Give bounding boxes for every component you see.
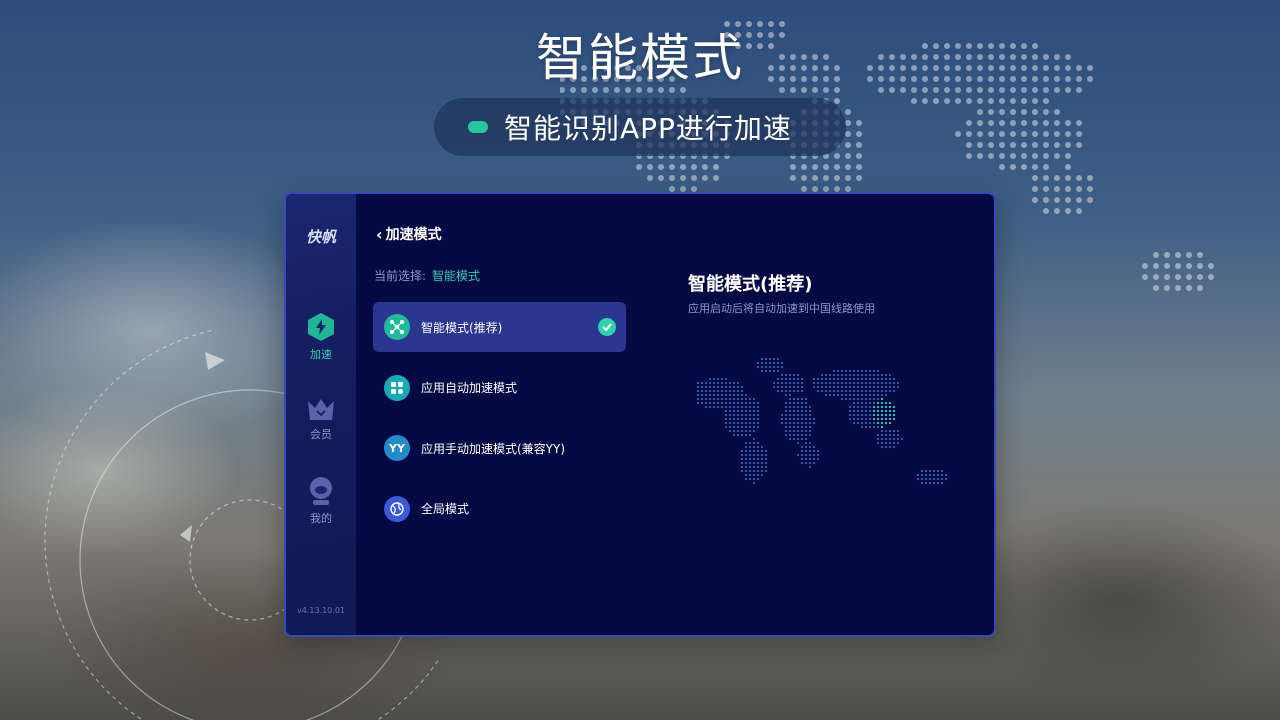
- yy-icon: YY: [384, 435, 410, 461]
- sidebar: 快帆 加速 会员 我的 v4.13.10.01: [286, 194, 356, 635]
- pill-dot-icon: [468, 121, 488, 133]
- option-app-auto-mode[interactable]: 应用自动加速模式: [373, 363, 626, 413]
- lightning-hexagon-icon: [308, 313, 334, 341]
- option-global-mode[interactable]: 全局模式: [373, 484, 626, 534]
- sidebar-item-profile[interactable]: 我的: [286, 476, 356, 526]
- current-selection-label: 当前选择:: [374, 269, 427, 283]
- page-title: 加速模式: [385, 227, 442, 243]
- user-icon: [310, 477, 332, 505]
- apps-grid-icon: [384, 374, 410, 401]
- globe-icon: [384, 495, 410, 522]
- chevron-left-icon: ‹: [376, 224, 383, 244]
- pill-text: 智能识别APP进行加速: [504, 112, 792, 145]
- feature-pill: 智能识别APP进行加速: [434, 98, 846, 156]
- sidebar-item-vip[interactable]: 会员: [286, 396, 356, 442]
- smart-network-icon: [384, 314, 410, 340]
- page-headline: 智能模式: [536, 29, 744, 87]
- detail-title: 智能模式(推荐): [688, 274, 813, 295]
- detail-subtitle: 应用启动后将自动加速到中国线路使用: [688, 302, 875, 315]
- option-label: 全局模式: [421, 502, 470, 516]
- crown-icon: [308, 399, 334, 420]
- sidebar-item-label: 我的: [310, 512, 332, 525]
- option-smart-mode[interactable]: 智能模式(推荐): [373, 302, 626, 352]
- current-selection: 当前选择: 智能模式: [374, 267, 480, 284]
- app-version: v4.13.10.01: [297, 606, 345, 615]
- check-icon: [598, 318, 616, 336]
- option-app-manual-mode[interactable]: YY 应用手动加速模式(兼容YY): [373, 423, 626, 473]
- current-selection-value: 智能模式: [432, 269, 481, 283]
- main-content: ‹ 加速模式 当前选择: 智能模式 智能模式(推荐) 应用自动加速模式 YY 应…: [356, 194, 994, 635]
- back-button[interactable]: ‹ 加速模式: [376, 224, 442, 244]
- option-label: 智能模式(推荐): [421, 320, 503, 335]
- brand-logo: 快帆: [305, 228, 336, 246]
- app-window: 快帆 加速 会员 我的 v4.13.10.01 ‹ 加速模式 当前选择: 智能模…: [284, 192, 996, 637]
- option-label: 应用手动加速模式(兼容YY): [421, 441, 566, 456]
- sidebar-item-label: 会员: [310, 428, 332, 441]
- option-label: 应用自动加速模式: [421, 381, 518, 395]
- world-map: [696, 357, 948, 485]
- sidebar-item-label: 加速: [310, 348, 332, 361]
- sidebar-item-accelerate[interactable]: 加速: [286, 312, 356, 362]
- mode-options-list: 智能模式(推荐) 应用自动加速模式 YY 应用手动加速模式(兼容YY) 全局模式: [373, 302, 626, 544]
